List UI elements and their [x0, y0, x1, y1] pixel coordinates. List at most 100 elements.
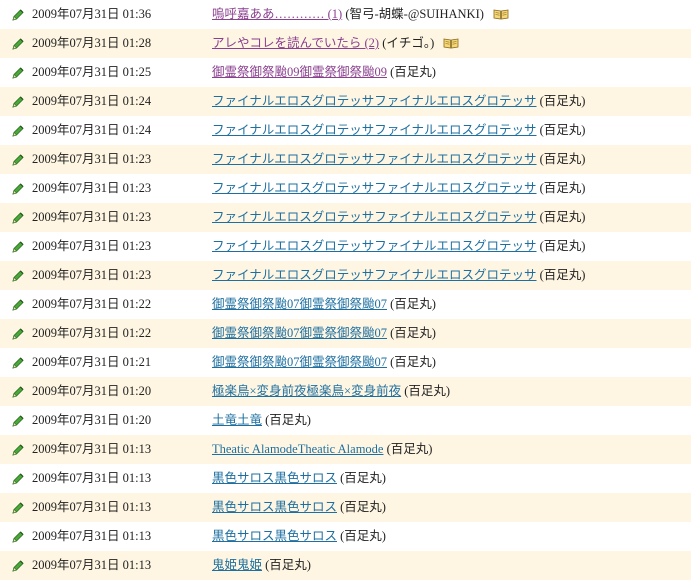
entry-author: (百足丸) [539, 268, 586, 282]
entry-title-link[interactable]: ファイナルエロスグロテッサファイナルエロスグロテッサ [212, 152, 537, 166]
table-row: 2009年07月31日 01:24 ファイナルエロスグロテッサファイナルエロスグ… [0, 116, 691, 145]
entry-title-link[interactable]: ファイナルエロスグロテッサファイナルエロスグロテッサ [212, 210, 537, 224]
entry-cell: 御霊祭御祭颱09御霊祭御祭颱09 (百足丸) [212, 58, 436, 87]
entry-title-link[interactable]: 御霊祭御祭颱07御霊祭御祭颱07 [212, 297, 387, 311]
entry-timestamp: 2009年07月31日 01:23 [32, 152, 152, 166]
entry-title-link[interactable]: ファイナルエロスグロテッサファイナルエロスグロテッサ [212, 181, 537, 195]
pencil-icon [12, 125, 24, 137]
pencil-icon [12, 96, 24, 108]
entry-cell: Theatic AlamodeTheatic Alamode (百足丸) [212, 435, 432, 464]
entry-cell: 黒色サロス黒色サロス (百足丸) [212, 493, 386, 522]
entry-title-link[interactable]: ファイナルエロスグロテッサファイナルエロスグロテッサ [212, 123, 537, 137]
entry-timestamp: 2009年07月31日 01:22 [32, 297, 152, 311]
entry-title-link[interactable]: ファイナルエロスグロテッサファイナルエロスグロテッサ [212, 94, 537, 108]
entry-cell: 嗚呼嘉ああ………… (1) (智弓-胡蝶-@SUIHANKI) [212, 0, 509, 29]
entry-title-link[interactable]: アレやコレを読んでいたら (2) [212, 36, 379, 50]
entry-cell: 極楽鳥×変身前夜極楽鳥×変身前夜 (百足丸) [212, 377, 450, 406]
pencil-icon [12, 241, 24, 253]
update-log-list: 2009年07月31日 01:36 嗚呼嘉ああ………… (1) (智弓-胡蝶-@… [0, 0, 691, 580]
pencil-icon [12, 299, 24, 311]
pencil-icon [12, 9, 24, 21]
pencil-icon [12, 444, 24, 456]
entry-title-link[interactable]: ファイナルエロスグロテッサファイナルエロスグロテッサ [212, 239, 537, 253]
entry-title-link[interactable]: 鬼姫鬼姫 [212, 558, 262, 572]
table-row: 2009年07月31日 01:21 御霊祭御祭颱07御霊祭御祭颱07 (百足丸) [0, 348, 691, 377]
entry-timestamp: 2009年07月31日 01:20 [32, 384, 152, 398]
pencil-icon [12, 154, 24, 166]
entry-author: (百足丸) [340, 529, 386, 543]
entry-title-link[interactable]: ファイナルエロスグロテッサファイナルエロスグロテッサ [212, 268, 537, 282]
entry-timestamp: 2009年07月31日 01:13 [32, 442, 152, 456]
entry-timestamp: 2009年07月31日 01:23 [32, 268, 152, 282]
entry-title-link[interactable]: 御霊祭御祭颱09御霊祭御祭颱09 [212, 65, 387, 79]
pencil-icon [12, 328, 24, 340]
entry-title-link[interactable]: 黒色サロス黒色サロス [212, 500, 337, 514]
entry-title-link[interactable]: Theatic AlamodeTheatic Alamode [212, 442, 383, 456]
entry-timestamp: 2009年07月31日 01:28 [32, 36, 152, 50]
table-row: 2009年07月31日 01:13 黒色サロス黒色サロス (百足丸) [0, 522, 691, 551]
open-book-icon[interactable] [443, 37, 459, 49]
entry-timestamp: 2009年07月31日 01:24 [32, 94, 152, 108]
entry-title-link[interactable]: 嗚呼嘉ああ………… (1) [212, 7, 342, 21]
table-row: 2009年07月31日 01:23 ファイナルエロスグロテッサファイナルエロスグ… [0, 145, 691, 174]
entry-cell: ファイナルエロスグロテッサファイナルエロスグロテッサ (百足丸) [212, 145, 585, 174]
entry-title-link[interactable]: 御霊祭御祭颱07御霊祭御祭颱07 [212, 355, 387, 369]
entry-cell: 黒色サロス黒色サロス (百足丸) [212, 522, 386, 551]
entry-cell: ファイナルエロスグロテッサファイナルエロスグロテッサ (百足丸) [212, 232, 585, 261]
entry-timestamp: 2009年07月31日 01:20 [32, 413, 152, 427]
entry-author: (百足丸) [390, 355, 436, 369]
table-row: 2009年07月31日 01:36 嗚呼嘉ああ………… (1) (智弓-胡蝶-@… [0, 0, 691, 29]
table-row: 2009年07月31日 01:22 御霊祭御祭颱07御霊祭御祭颱07 (百足丸) [0, 319, 691, 348]
pencil-icon [12, 560, 24, 572]
entry-author: (百足丸) [390, 65, 436, 79]
entry-cell: ファイナルエロスグロテッサファイナルエロスグロテッサ (百足丸) [212, 261, 585, 290]
table-row: 2009年07月31日 01:22 御霊祭御祭颱07御霊祭御祭颱07 (百足丸) [0, 290, 691, 319]
entry-cell: 黒色サロス黒色サロス (百足丸) [212, 464, 386, 493]
table-row: 2009年07月31日 01:20 極楽鳥×変身前夜極楽鳥×変身前夜 (百足丸) [0, 377, 691, 406]
entry-cell: 鬼姫鬼姫 (百足丸) [212, 551, 311, 580]
entry-title-link[interactable]: 土竜土竜 [212, 413, 262, 427]
pencil-icon [12, 38, 24, 50]
entry-timestamp: 2009年07月31日 01:25 [32, 65, 152, 79]
table-row: 2009年07月31日 01:24 ファイナルエロスグロテッサファイナルエロスグ… [0, 87, 691, 116]
table-row: 2009年07月31日 01:13 黒色サロス黒色サロス (百足丸) [0, 464, 691, 493]
entry-author: (百足丸) [390, 297, 436, 311]
entry-author: (百足丸) [539, 239, 586, 253]
table-row: 2009年07月31日 01:23 ファイナルエロスグロテッサファイナルエロスグ… [0, 174, 691, 203]
entry-cell: 御霊祭御祭颱07御霊祭御祭颱07 (百足丸) [212, 290, 436, 319]
entry-title-link[interactable]: 極楽鳥×変身前夜極楽鳥×変身前夜 [212, 384, 401, 398]
entry-cell: ファイナルエロスグロテッサファイナルエロスグロテッサ (百足丸) [212, 203, 585, 232]
entry-title-link[interactable]: 黒色サロス黒色サロス [212, 471, 337, 485]
table-row: 2009年07月31日 01:13 Theatic AlamodeTheatic… [0, 435, 691, 464]
entry-timestamp: 2009年07月31日 01:24 [32, 123, 152, 137]
entry-timestamp: 2009年07月31日 01:13 [32, 529, 152, 543]
entry-author: (イチゴ。) [382, 36, 435, 50]
entry-timestamp: 2009年07月31日 01:23 [32, 181, 152, 195]
entry-timestamp: 2009年07月31日 01:21 [32, 355, 152, 369]
table-row: 2009年07月31日 01:20 土竜土竜 (百足丸) [0, 406, 691, 435]
table-row: 2009年07月31日 01:23 ファイナルエロスグロテッサファイナルエロスグ… [0, 232, 691, 261]
entry-author: (百足丸) [539, 94, 586, 108]
entry-timestamp: 2009年07月31日 01:13 [32, 500, 152, 514]
entry-author: (百足丸) [404, 384, 451, 398]
pencil-icon [12, 473, 24, 485]
entry-cell: ファイナルエロスグロテッサファイナルエロスグロテッサ (百足丸) [212, 116, 585, 145]
entry-author: (百足丸) [265, 413, 311, 427]
entry-cell: ファイナルエロスグロテッサファイナルエロスグロテッサ (百足丸) [212, 87, 585, 116]
table-row: 2009年07月31日 01:13 黒色サロス黒色サロス (百足丸) [0, 493, 691, 522]
entry-timestamp: 2009年07月31日 01:36 [32, 7, 152, 21]
entry-title-link[interactable]: 黒色サロス黒色サロス [212, 529, 337, 543]
table-row: 2009年07月31日 01:13 鬼姫鬼姫 (百足丸) [0, 551, 691, 580]
table-row: 2009年07月31日 01:25 御霊祭御祭颱09御霊祭御祭颱09 (百足丸) [0, 58, 691, 87]
pencil-icon [12, 502, 24, 514]
entry-cell: ファイナルエロスグロテッサファイナルエロスグロテッサ (百足丸) [212, 174, 585, 203]
pencil-icon [12, 386, 24, 398]
entry-title-link[interactable]: 御霊祭御祭颱07御霊祭御祭颱07 [212, 326, 387, 340]
table-row: 2009年07月31日 01:23 ファイナルエロスグロテッサファイナルエロスグ… [0, 203, 691, 232]
entry-cell: 御霊祭御祭颱07御霊祭御祭颱07 (百足丸) [212, 348, 436, 377]
pencil-icon [12, 531, 24, 543]
open-book-icon[interactable] [493, 8, 509, 20]
table-row: 2009年07月31日 01:28 アレやコレを読んでいたら (2) (イチゴ。… [0, 29, 691, 58]
entry-timestamp: 2009年07月31日 01:23 [32, 239, 152, 253]
entry-author: (百足丸) [539, 123, 586, 137]
